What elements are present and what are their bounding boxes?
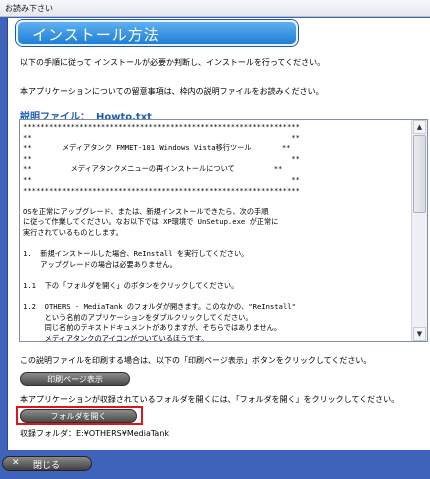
print-instruction: この説明ファイルを印刷する場合は、以下の「印刷ページ表示」ボタンをクリックしてく…	[20, 356, 372, 365]
open-folder-button[interactable]: フォルダを開く	[20, 409, 137, 423]
close-button[interactable]: ✕ 閉じる	[2, 456, 92, 471]
page-title-banner: インストール方法	[16, 20, 298, 46]
readme-viewer[interactable]: ****************************************…	[19, 119, 428, 342]
viewer-scrollbar[interactable]: ▲ ▼	[411, 120, 427, 341]
folder-path-line: 収録フォルダ：E:¥OTHERS¥MediaTank	[20, 428, 169, 439]
print-page-button[interactable]: 印刷ページ表示	[20, 372, 130, 386]
readme-text: ****************************************…	[23, 122, 300, 342]
page-title: インストール方法	[32, 26, 160, 44]
intro-text-1: 以下の手順に従って インストールが必要か判断し、インストールを行ってください。	[20, 58, 326, 67]
intro-text-2: 本アプリケーションについての留意事項は、枠内の説明ファイルをお読みください。	[20, 87, 324, 96]
folder-instruction: 本アプリケーションが収録されているフォルダを開くには、「フォルダを開く」をクリッ…	[20, 395, 400, 404]
folder-path: E:¥OTHERS¥MediaTank	[76, 429, 170, 438]
scroll-down-arrow[interactable]: ▼	[413, 327, 426, 341]
scroll-thumb[interactable]	[413, 135, 426, 213]
close-icon: ✕	[12, 458, 20, 468]
close-label: 閉じる	[33, 461, 61, 471]
folder-path-label: 収録フォルダ：	[20, 429, 76, 438]
window-title: お読み下さい	[5, 4, 53, 13]
window-titlebar: お読み下さい	[0, 0, 430, 17]
scroll-up-arrow[interactable]: ▲	[413, 120, 426, 134]
